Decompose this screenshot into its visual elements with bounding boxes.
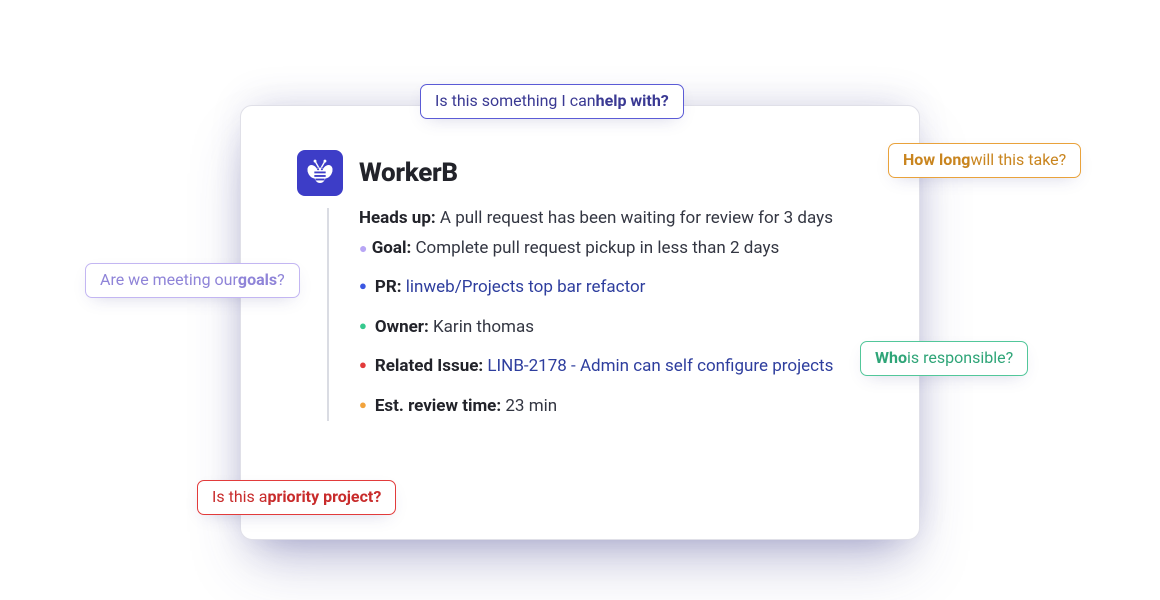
owner-label: Owner: — [375, 317, 429, 337]
callout-text-pre: Is this a — [212, 489, 267, 505]
callout-priority: Is this a priority project? — [197, 480, 396, 515]
callout-text-pre: Is this something I can — [435, 93, 596, 109]
heads-up-label: Heads up: — [359, 208, 436, 228]
bee-icon — [303, 154, 337, 192]
goal-label: Goal: — [372, 238, 412, 258]
callout-text-bold: Who — [875, 350, 907, 366]
bullet-dot-icon: ● — [359, 275, 367, 299]
callout-goals: Are we meeting our goals? — [85, 263, 300, 298]
bullet-dot-icon: ● — [359, 354, 367, 378]
est-value: 23 min — [505, 396, 557, 416]
est-label: Est. review time: — [375, 396, 501, 416]
callout-who: Who is responsible? — [860, 341, 1028, 376]
app-avatar — [297, 150, 343, 196]
card-content: Heads up: A pull request has been waitin… — [359, 206, 863, 419]
pr-link[interactable]: linweb/Projects top bar refactor — [406, 277, 646, 297]
stage: WorkerB Heads up: A pull request has bee… — [0, 0, 1160, 600]
goal-row: ● Goal: Complete pull request pickup in … — [359, 236, 863, 262]
callout-text-post: ? — [277, 272, 285, 288]
goal-text: Complete pull request pickup in less tha… — [411, 238, 779, 258]
owner-row: ● Owner: Karin thomas — [359, 315, 863, 341]
owner-value: Karin thomas — [433, 317, 534, 337]
callout-text-bold: help with? — [596, 93, 669, 109]
est-row: ● Est. review time: 23 min — [359, 394, 863, 420]
pr-label: PR: — [375, 277, 402, 297]
issue-label: Related Issue: — [375, 356, 483, 376]
bullet-dot-icon: ● — [359, 241, 367, 257]
card-header: WorkerB — [297, 150, 863, 196]
timeline-rail — [327, 208, 329, 421]
callout-text-pre: Are we meeting our — [100, 272, 238, 288]
callout-text-post: will this take? — [970, 152, 1066, 168]
heads-up-text: A pull request has been waiting for revi… — [436, 208, 833, 228]
callout-help-with: Is this something I can help with? — [420, 84, 684, 119]
app-name: WorkerB — [359, 158, 458, 188]
bullet-dot-icon: ● — [359, 315, 367, 339]
timeline-rail-col — [297, 206, 359, 419]
callout-text-post: is responsible? — [907, 350, 1013, 366]
message-card: WorkerB Heads up: A pull request has bee… — [240, 105, 920, 540]
issue-link[interactable]: LINB-2178 - Admin can self configure pro… — [487, 356, 833, 376]
card-body: Heads up: A pull request has been waitin… — [297, 206, 863, 419]
heads-up-row: Heads up: A pull request has been waitin… — [359, 206, 863, 232]
callout-text-bold: How long — [903, 152, 970, 168]
issue-row: ● Related Issue: LINB-2178 - Admin can s… — [359, 354, 863, 380]
callout-text-bold: goals — [238, 272, 277, 288]
callout-how-long: How long will this take? — [888, 143, 1081, 178]
callout-text-bold: priority project? — [267, 489, 381, 505]
bullet-dot-icon: ● — [359, 394, 367, 418]
pr-row: ● PR: linweb/Projects top bar refactor — [359, 275, 863, 301]
